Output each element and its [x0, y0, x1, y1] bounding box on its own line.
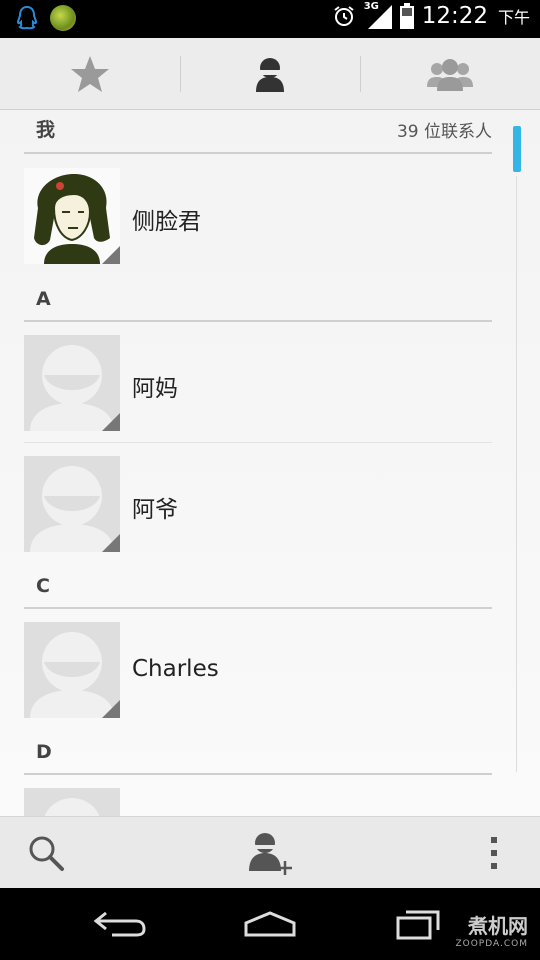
- tab-favorites[interactable]: [0, 38, 180, 110]
- quick-contact-badge: [102, 413, 120, 431]
- person-icon: [256, 58, 284, 92]
- tab-contacts[interactable]: [180, 38, 360, 110]
- app-icon: [50, 5, 76, 31]
- contact-name: 侧脸君: [132, 209, 201, 235]
- watermark: 煮机网 ZOOPDA.COM: [455, 914, 528, 949]
- scrollbar-thumb[interactable]: [513, 126, 521, 172]
- add-contact-button[interactable]: [240, 827, 300, 879]
- contact-name: 阿妈: [132, 376, 178, 402]
- tab-groups[interactable]: [360, 38, 540, 110]
- section-label: A: [36, 288, 51, 310]
- quick-contact-badge: [102, 534, 120, 552]
- overflow-menu-button[interactable]: [478, 827, 510, 879]
- section-header-d: D: [24, 731, 492, 775]
- bottom-action-bar: [0, 816, 540, 888]
- contact-name: 阿爷: [132, 497, 178, 523]
- section-label: D: [36, 741, 52, 763]
- system-nav-bar: 煮机网 ZOOPDA.COM: [0, 888, 540, 960]
- contact-name: Charles: [132, 656, 219, 682]
- default-avatar-icon: [44, 798, 100, 816]
- clock-ampm: 下午: [497, 8, 530, 27]
- contact-count: 39 位联系人: [396, 122, 492, 142]
- avatar[interactable]: [24, 788, 120, 816]
- section-header-a: A: [24, 278, 492, 322]
- group-icon: [427, 59, 473, 91]
- home-button[interactable]: [240, 904, 300, 944]
- battery-icon: [399, 3, 414, 29]
- qq-icon: [16, 5, 38, 30]
- avatar[interactable]: [24, 335, 120, 431]
- back-icon: [93, 911, 146, 937]
- contact-list[interactable]: 我 39 位联系人 侧脸君 A 阿妈 阿爷 C Charles D: [0, 110, 540, 816]
- section-label: C: [36, 575, 50, 597]
- quick-contact-badge: [102, 700, 120, 718]
- section-header-me: 我 39 位联系人: [24, 110, 492, 154]
- tab-bar: [0, 38, 540, 110]
- clock: 12:22: [421, 3, 488, 29]
- avatar[interactable]: [24, 168, 120, 264]
- search-icon: [29, 836, 64, 871]
- contact-row[interactable]: 阿妈: [24, 335, 492, 443]
- section-label: 我: [36, 119, 56, 141]
- scroll-track: [516, 176, 517, 772]
- quick-contact-badge: [102, 246, 120, 264]
- add-contact-icon: [249, 833, 292, 875]
- status-bar: 3G 12:22 下午: [0, 0, 540, 38]
- avatar[interactable]: [24, 622, 120, 718]
- signal-icon: 3G: [364, 1, 392, 29]
- contact-row[interactable]: 阿爷: [24, 456, 492, 552]
- back-button[interactable]: [90, 904, 150, 944]
- section-header-c: C: [24, 565, 492, 609]
- home-icon: [244, 911, 296, 937]
- recents-button[interactable]: [394, 904, 444, 944]
- contact-row-me[interactable]: 侧脸君: [24, 168, 492, 264]
- contact-row[interactable]: [24, 788, 492, 816]
- avatar[interactable]: [24, 456, 120, 552]
- star-icon: [71, 56, 109, 92]
- overflow-menu-icon: [491, 837, 497, 869]
- alarm-icon: [334, 6, 354, 26]
- recents-icon: [396, 910, 440, 940]
- search-button[interactable]: [18, 827, 74, 879]
- contact-row[interactable]: Charles: [24, 622, 492, 718]
